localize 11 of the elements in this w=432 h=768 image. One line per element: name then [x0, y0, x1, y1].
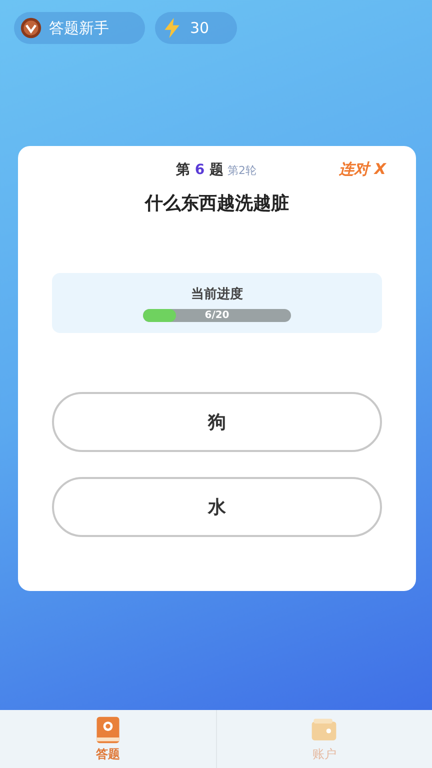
- answer-button[interactable]: 水: [52, 477, 382, 537]
- answer-button[interactable]: 狗: [52, 392, 382, 452]
- rank-label: 答题新手: [49, 18, 109, 38]
- question-number: 第 6 题: [176, 161, 224, 179]
- medal-icon: [20, 17, 42, 39]
- energy-count: 30: [190, 19, 210, 37]
- round-label: 第2轮: [228, 163, 256, 178]
- progress-reading: 6/20: [204, 308, 230, 322]
- progress-label: 当前进度: [191, 286, 243, 302]
- question-text: 什么东西越洗越脏: [144, 192, 290, 215]
- streak-label: 连对 X: [339, 160, 386, 179]
